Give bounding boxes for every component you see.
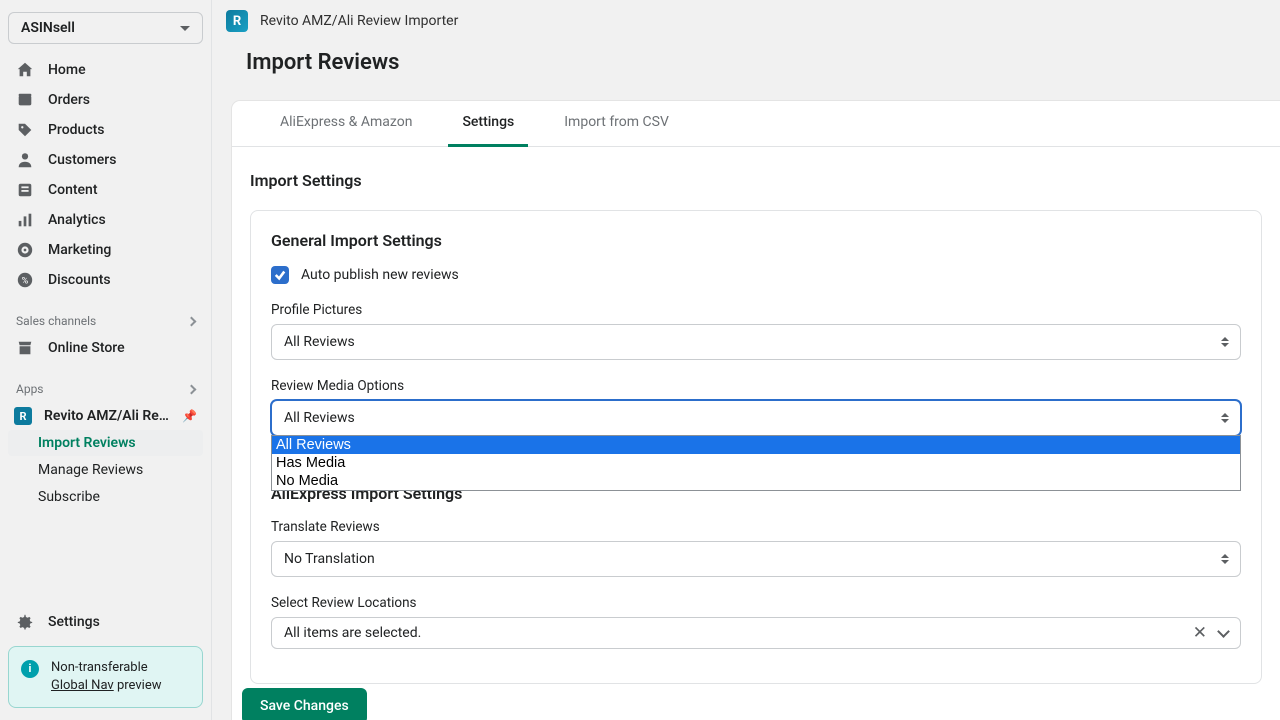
store-name: ASINsell — [21, 20, 75, 36]
dropdown-option-all[interactable]: All Reviews — [272, 436, 1240, 454]
tab-aliexpress-amazon[interactable]: AliExpress & Amazon — [266, 101, 426, 147]
review-media-dropdown: All Reviews Has Media No Media — [271, 435, 1241, 491]
nav-label: Marketing — [48, 242, 111, 258]
section-label: Sales channels — [16, 314, 96, 328]
nav-label: Analytics — [48, 212, 106, 228]
app-logo-icon: R — [226, 10, 248, 32]
review-media-label: Review Media Options — [271, 378, 1241, 394]
nav-discounts[interactable]: % Discounts — [8, 266, 203, 294]
products-icon — [16, 121, 34, 139]
nav-label: Settings — [48, 614, 100, 630]
section-sales-channels[interactable]: Sales channels — [8, 308, 203, 334]
nav-content[interactable]: Content — [8, 176, 203, 204]
section-heading: General Import Settings — [271, 231, 1241, 250]
gear-icon — [16, 613, 34, 631]
main: R Revito AMZ/Ali Review Importer Import … — [212, 0, 1280, 720]
nav-label: Online Store — [48, 340, 125, 356]
dropdown-option-no-media[interactable]: No Media — [272, 472, 1240, 490]
review-media-select[interactable]: All Reviews — [271, 400, 1241, 436]
app-header: R Revito AMZ/Ali Review Importer — [212, 0, 1280, 36]
info-icon: i — [21, 660, 39, 678]
nav-online-store[interactable]: Online Store — [8, 334, 203, 362]
card-title: Import Settings — [250, 171, 1262, 190]
clear-icon[interactable]: ✕ — [1193, 623, 1207, 643]
nav-label: Customers — [48, 152, 116, 168]
profile-pictures-select[interactable]: All Reviews — [271, 324, 1241, 360]
app-title: Revito AMZ/Ali Review Importer — [260, 13, 458, 29]
nav-label: Discounts — [48, 272, 111, 288]
auto-publish-label: Auto publish new reviews — [301, 267, 459, 283]
nav-home[interactable]: Home — [8, 56, 203, 84]
profile-pictures-label: Profile Pictures — [271, 302, 1241, 318]
translate-select[interactable]: No Translation — [271, 541, 1241, 577]
analytics-icon — [16, 211, 34, 229]
tab-settings[interactable]: Settings — [448, 101, 528, 147]
home-icon — [16, 61, 34, 79]
settings-card: Import Settings General Import Settings … — [232, 147, 1280, 720]
chevron-down-icon — [1217, 625, 1230, 638]
nav-label: Content — [48, 182, 98, 198]
tab-import-csv[interactable]: Import from CSV — [550, 101, 683, 147]
customers-icon — [16, 151, 34, 169]
page-title: Import Reviews — [212, 36, 1280, 93]
app-revito[interactable]: R Revito AMZ/Ali Revi... 📌 — [8, 402, 203, 430]
nav-settings[interactable]: Settings — [8, 608, 203, 636]
translate-label: Translate Reviews — [271, 519, 1241, 535]
locations-label: Select Review Locations — [271, 595, 1241, 611]
dropdown-option-has-media[interactable]: Has Media — [272, 454, 1240, 472]
tabs: AliExpress & Amazon Settings Import from… — [232, 101, 1280, 147]
info-banner: i Non-transferable Global Nav preview — [8, 646, 203, 708]
general-settings-card: General Import Settings Auto publish new… — [250, 210, 1262, 684]
orders-icon — [16, 91, 34, 109]
sidebar: ASINsell Home Orders Products Customers … — [0, 0, 212, 720]
nav-label: Home — [48, 62, 86, 78]
store-icon — [16, 339, 34, 357]
marketing-icon — [16, 241, 34, 259]
nav-label: Products — [48, 122, 105, 138]
chevron-right-icon — [187, 384, 197, 394]
save-button[interactable]: Save Changes — [242, 688, 367, 720]
section-label: Apps — [16, 382, 44, 396]
subnav-subscribe[interactable]: Subscribe — [8, 484, 203, 510]
nav-marketing[interactable]: Marketing — [8, 236, 203, 264]
svg-text:%: % — [22, 277, 29, 287]
nav-analytics[interactable]: Analytics — [8, 206, 203, 234]
nav-orders[interactable]: Orders — [8, 86, 203, 114]
global-nav-link[interactable]: Global Nav — [51, 678, 114, 693]
store-selector[interactable]: ASINsell — [8, 12, 203, 44]
content-icon — [16, 181, 34, 199]
chevron-right-icon — [187, 316, 197, 326]
pin-icon[interactable]: 📌 — [182, 409, 197, 423]
app-logo-icon: R — [14, 407, 32, 425]
subnav-manage-reviews[interactable]: Manage Reviews — [8, 457, 203, 483]
nav-customers[interactable]: Customers — [8, 146, 203, 174]
nav-label: Orders — [48, 92, 90, 108]
auto-publish-checkbox[interactable] — [271, 266, 289, 284]
app-name: Revito AMZ/Ali Revi... — [44, 408, 170, 424]
info-text: Non-transferable Global Nav preview — [51, 659, 161, 695]
section-apps[interactable]: Apps — [8, 376, 203, 402]
locations-multiselect[interactable]: All items are selected. ✕ — [271, 617, 1241, 649]
discounts-icon: % — [16, 271, 34, 289]
nav-products[interactable]: Products — [8, 116, 203, 144]
caret-down-icon — [180, 26, 190, 31]
subnav-import-reviews[interactable]: Import Reviews — [8, 430, 203, 456]
